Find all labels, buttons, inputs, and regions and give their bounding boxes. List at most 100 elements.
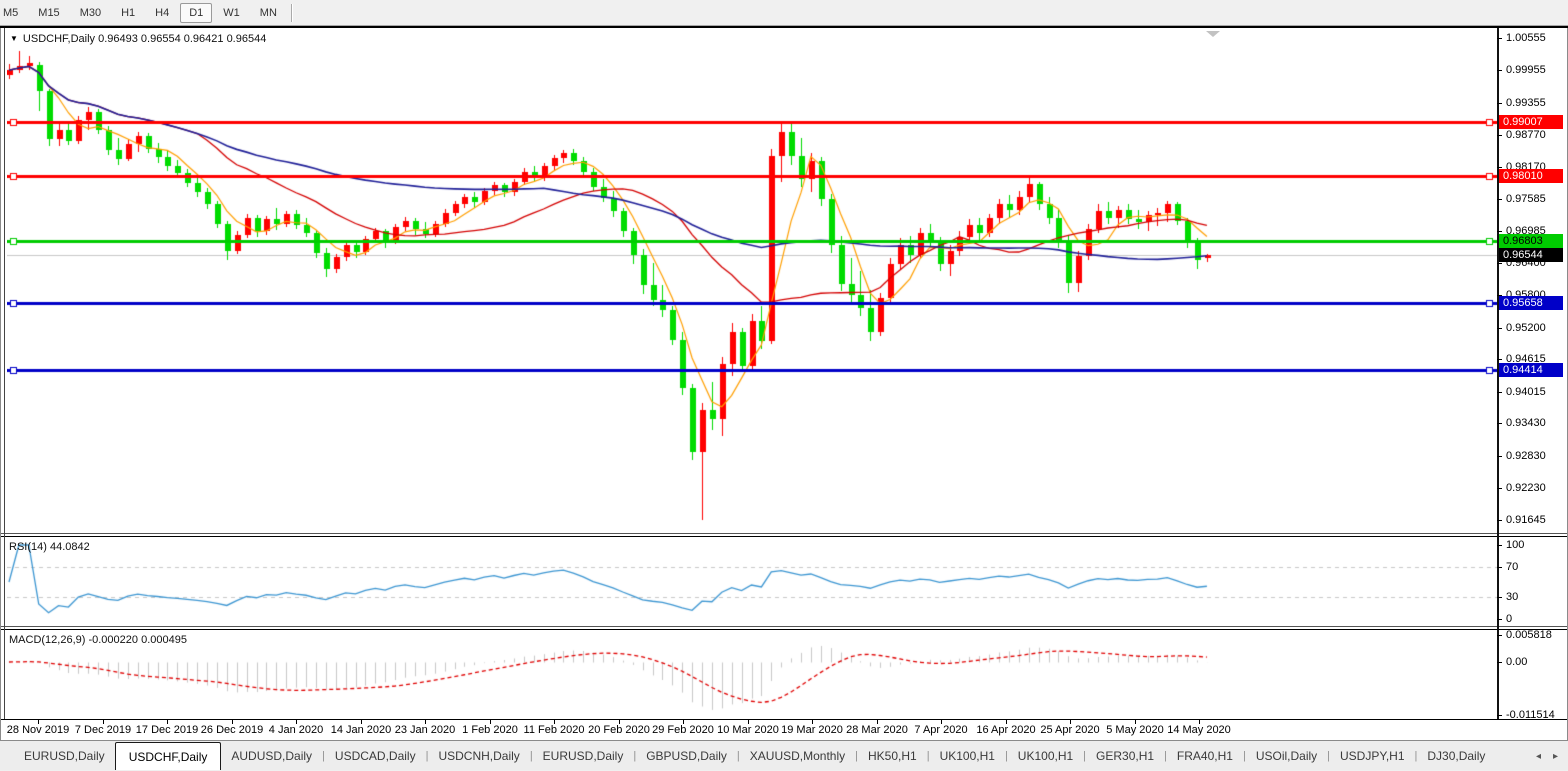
axis-tick-label: 0.94015 [1506,386,1546,398]
tab-scroll-controls: ◂ ▸ [1536,741,1558,771]
axis-tick-mark [1497,488,1502,489]
axis-tick-mark [1497,662,1502,663]
timeframe-button-m5[interactable]: M5 [0,3,27,23]
axis-tick-label: 100 [1506,539,1524,551]
axis-tick-label: 0.93430 [1506,417,1546,429]
axis-tick-mark [1497,103,1502,104]
macd-indicator-label: MACD(12,26,9) -0.000220 0.000495 [9,634,187,646]
rsi-canvas[interactable] [7,537,1497,626]
date-axis[interactable]: 28 Nov 2019 7 Dec 2019 17 Dec 201926 Dec 2… [0,720,1568,740]
timeframe-button-h1[interactable]: H1 [112,3,144,23]
axis-tick-mark [1497,38,1502,39]
date-tick-label: 11 Feb 2020 [524,724,585,736]
chart-tab-hk50-h1[interactable]: HK50,H1 [858,741,927,770]
chart-tab-eurusd-daily[interactable]: EURUSD,Daily [533,741,634,770]
date-tick-label: 28 Nov 2019 [7,724,69,736]
axis-tick-mark [1497,263,1502,264]
axis-tick-mark [1497,167,1502,168]
axis-tick-label: 30 [1506,591,1518,603]
chart-tab-gbpusd-daily[interactable]: GBPUSD,Daily [636,741,737,770]
axis-tick-mark [1497,392,1502,393]
axis-tick-mark [1497,545,1502,546]
axis-tick-mark [1497,619,1502,620]
chart-symbol: USDCHF,Daily [23,33,95,45]
axis-tick-mark [1497,597,1502,598]
date-tick-label: 10 Mar 2020 [717,724,779,736]
timeframe-button-mn[interactable]: MN [251,3,286,23]
tab-scroll-left-icon[interactable]: ◂ [1536,751,1541,762]
axis-tick-label: 0.92230 [1506,482,1546,494]
date-tick-label: 17 Dec 2019 [136,724,198,736]
chart-tab-dj30-daily[interactable]: DJ30,Daily [1417,741,1495,770]
timeframe-button-d1[interactable]: D1 [180,3,212,23]
timeframe-toolbar: M5M15M30H1H4D1W1MN [0,0,1568,26]
date-tick-label: 16 Apr 2020 [976,724,1035,736]
timeframe-button-h4[interactable]: H4 [146,3,178,23]
chart-shift-marker-icon[interactable] [1206,31,1220,37]
axis-tick-label: 0.99355 [1506,97,1546,109]
chart-title: ▼ USDCHF,Daily 0.96493 0.96554 0.96421 0.… [10,33,266,45]
chart-tab-fra40-h1[interactable]: FRA40,H1 [1167,741,1243,770]
axis-tick-label: 0.97585 [1506,193,1546,205]
axis-tick-mark [1497,715,1502,716]
axis-tick-mark [1497,567,1502,568]
price-axis[interactable]: 1.005550.999550.993550.987700.981700.975… [1497,28,1568,740]
axis-tick-label: 0.00 [1506,656,1527,668]
rsi-indicator-label: RSI(14) 44.0842 [9,541,90,553]
axis-tick-mark [1497,70,1502,71]
chart-tab-uk100-h1[interactable]: UK100,H1 [930,741,1005,770]
chart-tab-usdchf-daily[interactable]: USDCHF,Daily [115,742,222,770]
tab-scroll-right-icon[interactable]: ▸ [1553,751,1558,762]
date-tick-label: 4 Jan 2020 [269,724,323,736]
axis-tick-label: 0.98770 [1506,129,1546,141]
axis-tick-mark [1497,423,1502,424]
date-tick-label: 7 Apr 2020 [914,724,967,736]
window-edge [4,28,5,719]
chart-tab-usdcad-daily[interactable]: USDCAD,Daily [325,741,426,770]
date-tick-label: 28 Mar 2020 [846,724,908,736]
date-tick-label: 14 Jan 2020 [331,724,392,736]
axis-tick-label: 0.99955 [1506,64,1546,76]
price-level-box: 0.99007 [1499,115,1563,129]
chart-tab-uk100-h1[interactable]: UK100,H1 [1008,741,1083,770]
date-tick-label: 5 May 2020 [1106,724,1163,736]
chart-tab-usdcnh-daily[interactable]: USDCNH,Daily [428,741,529,770]
chart-tab-xauusd-monthly[interactable]: XAUUSD,Monthly [740,741,855,770]
axis-tick-mark [1497,520,1502,521]
chart-tab-ger30-h1[interactable]: GER30,H1 [1086,741,1164,770]
chart-window: ▼ USDCHF,Daily 0.96493 0.96554 0.96421 0.… [0,26,1568,740]
date-tick-label: 19 Mar 2020 [781,724,843,736]
chart-tab-usoil-daily[interactable]: USOil,Daily [1246,741,1327,770]
date-tick-label: 23 Jan 2020 [395,724,456,736]
date-tick-label: 14 May 2020 [1167,724,1231,736]
timeframe-button-m15[interactable]: M15 [29,3,68,23]
chart-tab-usdjpy-h1[interactable]: USDJPY,H1 [1330,741,1414,770]
price-level-box: 0.96544 [1499,248,1563,262]
collapse-triangle-icon[interactable]: ▼ [10,34,18,43]
chart-tab-audusd-daily[interactable]: AUDUSD,Daily [221,741,322,770]
price-level-box: 0.95658 [1499,296,1563,310]
axis-tick-label: 0.92830 [1506,450,1546,462]
toolbar-separator [291,4,292,22]
axis-tick-mark [1497,456,1502,457]
axis-tick-mark [1497,199,1502,200]
timeframe-button-w1[interactable]: W1 [214,3,249,23]
date-tick-label: 25 Apr 2020 [1040,724,1099,736]
axis-tick-mark [1497,328,1502,329]
price-level-box: 0.96803 [1499,234,1563,248]
date-tick-label: 26 Dec 2019 [201,724,263,736]
axis-tick-mark [1497,359,1502,360]
date-tick-label: 1 Feb 2020 [462,724,518,736]
axis-tick-mark [1497,231,1502,232]
date-tick-label: 20 Feb 2020 [588,724,650,736]
axis-tick-label: 0.91645 [1506,514,1546,526]
macd-canvas[interactable] [7,630,1497,719]
price-level-box: 0.94414 [1499,363,1563,377]
chart-tab-eurusd-daily[interactable]: EURUSD,Daily [14,741,115,770]
axis-tick-mark [1497,135,1502,136]
main-chart-canvas[interactable] [7,29,1497,533]
date-tick-label: 7 Dec 2019 [75,724,131,736]
chart-ohlc: 0.96493 0.96554 0.96421 0.96544 [98,33,266,45]
axis-tick-label: 0 [1506,613,1512,625]
timeframe-button-m30[interactable]: M30 [71,3,110,23]
